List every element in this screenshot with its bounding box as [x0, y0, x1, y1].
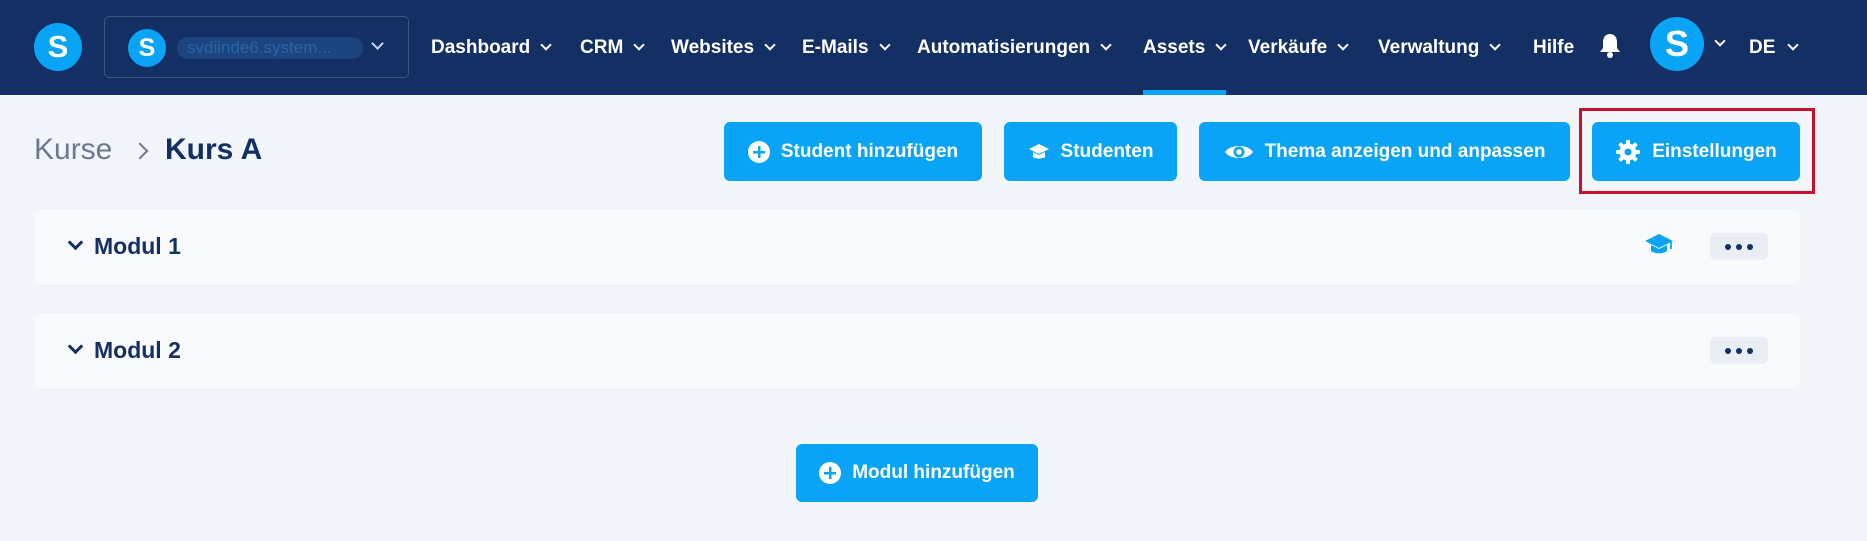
dot-icon [1747, 243, 1753, 250]
chevron-down-icon [633, 38, 645, 51]
breadcrumb-root[interactable]: Kurse [34, 133, 112, 167]
nav-automatisierungen-label: Automatisierungen [917, 36, 1091, 58]
top-navigation-bar: S S svdiinde6.system... Dashboard CRM We… [0, 0, 1867, 95]
dot-icon [1747, 347, 1753, 354]
chevron-down-icon [878, 38, 891, 51]
bell-icon[interactable] [1598, 32, 1622, 58]
nav-crm[interactable]: CRM [580, 0, 645, 95]
dot-icon [1725, 347, 1731, 354]
theme-label: Thema anzeigen und anpassen [1264, 140, 1546, 162]
graduation-cap-icon [1028, 143, 1049, 158]
chevron-down-icon[interactable] [1714, 35, 1726, 47]
more-options-button[interactable] [1710, 337, 1768, 364]
theme-button[interactable]: Thema anzeigen und anpassen [1199, 122, 1570, 181]
chevron-right-icon [131, 142, 149, 160]
students-button[interactable]: Studenten [1004, 122, 1177, 181]
nav-emails-label: E-Mails [802, 36, 869, 58]
add-student-label: Student hinzufügen [780, 140, 959, 162]
language-label: DE [1749, 36, 1776, 58]
nav-assets[interactable]: Assets [1143, 0, 1227, 95]
plus-circle-icon [819, 462, 842, 484]
add-module-button[interactable]: Modul hinzufügen [796, 444, 1038, 502]
dot-icon [1736, 347, 1742, 354]
chevron-down-icon[interactable] [67, 234, 84, 251]
user-avatar[interactable]: S [1650, 17, 1704, 71]
account-avatar: S [128, 29, 166, 67]
chevron-down-icon [371, 37, 384, 50]
chevron-down-icon [1215, 38, 1227, 51]
module-title[interactable]: Modul 1 [94, 233, 181, 260]
account-name: svdiinde6.system... [177, 37, 363, 59]
annotation-highlight-box [1579, 108, 1815, 194]
nav-crm-label: CRM [580, 36, 624, 58]
students-label: Studenten [1060, 140, 1154, 162]
dot-icon [1736, 243, 1742, 250]
nav-verkaeufe[interactable]: Verkäufe [1248, 0, 1349, 95]
nav-verkaeufe-label: Verkäufe [1248, 36, 1328, 58]
more-options-button[interactable] [1710, 233, 1768, 260]
chevron-down-icon [1787, 38, 1800, 51]
nav-websites-label: Websites [671, 36, 755, 58]
chevron-down-icon[interactable] [67, 338, 84, 355]
module-card[interactable]: Modul 2 [34, 313, 1800, 389]
chevron-down-icon [1489, 38, 1502, 51]
chevron-down-icon [1337, 38, 1349, 51]
nav-hilfe-label: Hilfe [1533, 36, 1575, 58]
nav-assets-label: Assets [1143, 36, 1206, 58]
dot-icon [1725, 243, 1731, 250]
plus-circle-icon [747, 140, 770, 163]
nav-dashboard-label: Dashboard [431, 36, 531, 58]
app-logo[interactable]: S [34, 23, 82, 71]
nav-verwaltung[interactable]: Verwaltung [1378, 0, 1502, 95]
nav-dashboard[interactable]: Dashboard [431, 0, 552, 95]
module-title[interactable]: Modul 2 [94, 337, 181, 364]
module-card[interactable]: Modul 1 [34, 209, 1800, 285]
chevron-down-icon [1100, 38, 1112, 51]
nav-verwaltung-label: Verwaltung [1378, 36, 1480, 58]
language-selector[interactable]: DE [1749, 0, 1800, 95]
active-tab-indicator [1143, 90, 1226, 95]
nav-automatisierungen[interactable]: Automatisierungen [917, 0, 1112, 95]
add-student-button[interactable]: Student hinzufügen [724, 122, 982, 181]
eye-icon [1224, 145, 1253, 158]
nav-hilfe[interactable]: Hilfe [1533, 0, 1574, 95]
account-switcher[interactable]: S svdiinde6.system... [104, 16, 409, 78]
chevron-down-icon [764, 38, 776, 51]
nav-websites[interactable]: Websites [671, 0, 776, 95]
page-title: Kurs A [165, 133, 263, 166]
add-module-label: Modul hinzufügen [852, 462, 1015, 483]
chevron-down-icon [540, 38, 552, 51]
graduation-cap-icon[interactable] [1644, 231, 1674, 257]
nav-emails[interactable]: E-Mails [802, 0, 891, 95]
